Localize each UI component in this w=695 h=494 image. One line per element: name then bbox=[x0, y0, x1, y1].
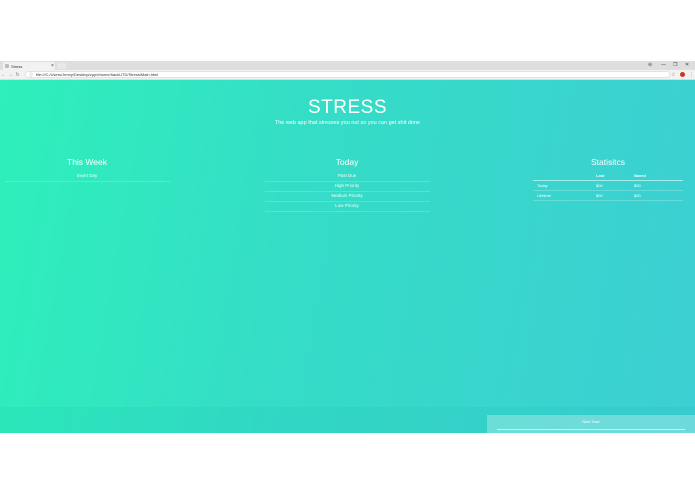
new-task-input[interactable] bbox=[497, 429, 685, 430]
row-label-lifetime: Lifetime bbox=[537, 193, 552, 198]
info-icon[interactable]: ⓘ bbox=[29, 72, 33, 78]
today-item-high-priority[interactable]: High Priority bbox=[297, 183, 397, 188]
this-week-item[interactable]: Insert Day bbox=[47, 173, 127, 178]
account-icon[interactable]: ⊖ bbox=[648, 62, 652, 68]
table-header-rule bbox=[533, 180, 683, 181]
lifetime-lost-value: $00 bbox=[596, 193, 603, 198]
page-title: STRESS bbox=[307, 97, 388, 118]
bookmark-star-icon[interactable]: ☆ bbox=[671, 72, 675, 78]
extension-icon[interactable] bbox=[680, 72, 685, 77]
close-icon[interactable]: × bbox=[50, 63, 55, 69]
divider bbox=[265, 201, 430, 202]
statistics-title: Statisitcs bbox=[590, 157, 625, 167]
divider bbox=[265, 181, 430, 182]
today-saved-value: $00 bbox=[634, 183, 641, 188]
maximize-icon[interactable]: ❐ bbox=[673, 62, 677, 68]
url-text: file:///C:/Users/Jenny/Desktop/cpp/ehome… bbox=[36, 72, 159, 77]
table-row-rule bbox=[533, 190, 683, 191]
page-icon bbox=[5, 64, 9, 68]
page-subtitle: The web app that stresses you out so you… bbox=[274, 120, 421, 126]
tab-title: Stress bbox=[11, 63, 23, 69]
divider bbox=[5, 181, 170, 182]
lifetime-saved-value: $00 bbox=[634, 193, 641, 198]
row-label-today: Today bbox=[537, 183, 548, 188]
address-bar[interactable]: ⓘ file:///C:/Users/Jenny/Desktop/cpp/eho… bbox=[25, 71, 670, 78]
page-content: STRESS The web app that stresses you out… bbox=[0, 80, 695, 433]
reload-icon[interactable]: ↻ bbox=[14, 72, 21, 78]
this-week-title: This Week bbox=[67, 157, 107, 167]
menu-icon[interactable]: ⋮ bbox=[689, 72, 694, 78]
column-header-saved: Saved bbox=[634, 173, 646, 178]
browser-tab[interactable]: Stress × bbox=[3, 62, 55, 70]
divider bbox=[265, 211, 430, 212]
new-tab-button[interactable] bbox=[57, 63, 66, 69]
today-lost-value: $00 bbox=[596, 183, 603, 188]
new-task-label: New Task bbox=[582, 419, 600, 424]
new-task-panel[interactable]: New Task bbox=[487, 415, 695, 433]
forward-arrow-icon[interactable]: → bbox=[7, 72, 14, 78]
today-item-past-due[interactable]: Past Due bbox=[297, 173, 397, 178]
today-title: Today bbox=[335, 157, 359, 167]
back-arrow-icon[interactable]: ← bbox=[0, 72, 7, 78]
today-item-medium-priority[interactable]: Medium Priority bbox=[297, 193, 397, 198]
today-item-low-priority[interactable]: Low Priority bbox=[297, 203, 397, 208]
tab-bar bbox=[0, 61, 695, 70]
table-row-rule bbox=[533, 200, 683, 201]
minimize-icon[interactable]: — bbox=[661, 62, 666, 68]
close-window-icon[interactable]: ✕ bbox=[685, 62, 689, 68]
column-header-lost: Lost bbox=[596, 173, 605, 178]
divider bbox=[265, 191, 430, 192]
